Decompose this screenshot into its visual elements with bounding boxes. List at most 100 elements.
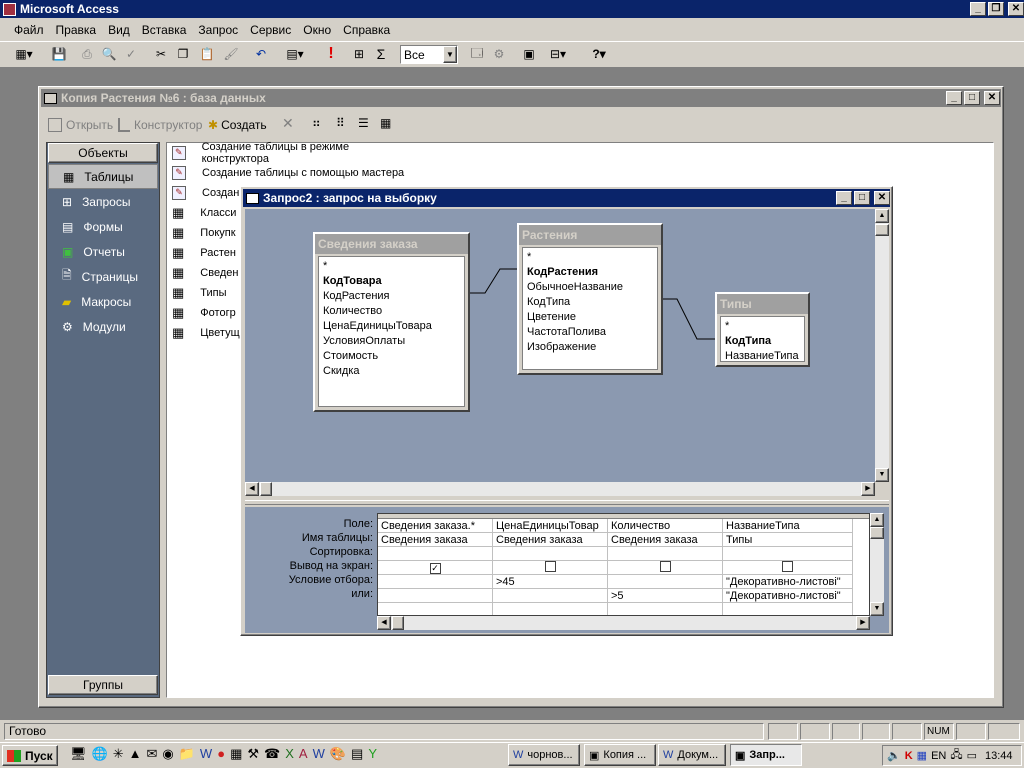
menu-window[interactable]: Окно — [297, 21, 337, 39]
desktop-icon[interactable]: 🖥 — [70, 746, 87, 762]
object-macros[interactable]: ▰ Макросы — [48, 289, 158, 314]
word-doc-icon[interactable]: W — [313, 746, 325, 762]
field-item[interactable]: Количество — [323, 304, 460, 319]
scroll-up-icon[interactable]: ▲ — [870, 513, 884, 527]
explorer-icon[interactable]: ✳ — [113, 746, 124, 762]
large-icons-icon[interactable]: ⠶ — [312, 116, 321, 130]
grid-or-cell[interactable] — [493, 589, 608, 603]
grid-or-cell[interactable]: "Декоративно-листові" — [723, 589, 853, 603]
db-minimize-button[interactable]: _ — [946, 91, 962, 105]
db-design-button[interactable]: Конструктор — [118, 116, 202, 134]
menu-file[interactable]: Файл — [8, 21, 50, 39]
scroll-down-icon[interactable]: ▼ — [875, 468, 889, 482]
grid-vertical-scrollbar[interactable]: ▲ ▼ — [870, 513, 884, 616]
db-maximize-button[interactable]: □ — [964, 91, 980, 105]
close-button[interactable]: ✕ — [1008, 2, 1024, 16]
restore-button[interactable]: ❐ — [988, 2, 1004, 16]
table-plants-title[interactable]: Растения — [519, 225, 661, 245]
antivirus-icon[interactable]: K — [905, 750, 913, 762]
scroll-left-icon[interactable]: ◀ — [377, 616, 391, 630]
database-window-icon[interactable]: ▣ — [518, 43, 540, 65]
query-close-button[interactable]: ✕ — [874, 191, 890, 205]
field-item[interactable]: КодТипа — [725, 334, 800, 349]
grid-field-cell[interactable]: Количество — [608, 519, 723, 533]
mail-icon[interactable]: ✉ — [146, 746, 157, 762]
grid-or-cell[interactable]: >5 — [608, 589, 723, 603]
details-view-icon[interactable]: ▦ — [380, 116, 391, 130]
grid-criteria-cell[interactable] — [608, 575, 723, 589]
media-icon[interactable]: ◉ — [162, 746, 173, 762]
field-item[interactable]: ЦенаЕдиницыТовара — [323, 319, 460, 334]
grid-field-cell[interactable]: Сведения заказа.* — [378, 519, 493, 533]
task-button-query[interactable]: ▣ Запр... — [730, 744, 802, 766]
grid-sort-cell[interactable] — [378, 547, 493, 561]
run-icon[interactable]: ! — [320, 43, 342, 65]
table-types-title[interactable]: Типы — [717, 294, 808, 314]
field-item[interactable]: * — [323, 259, 460, 274]
grid-table-cell[interactable]: Сведения заказа — [493, 533, 608, 547]
paint-icon[interactable]: 🎨 — [330, 746, 346, 762]
db-open-button[interactable]: Открыть — [48, 116, 113, 134]
tool-icon[interactable]: ⚒ — [247, 746, 259, 762]
save-icon[interactable]: 💾 — [48, 43, 70, 65]
grid-field-cell[interactable]: НазваниеТипа — [723, 519, 853, 533]
menu-query[interactable]: Запрос — [192, 21, 244, 39]
menu-edit[interactable]: Правка — [50, 21, 103, 39]
list-item[interactable]: ✎ Создание таблицы в режиме конструктора — [172, 141, 412, 165]
properties-icon[interactable]: 🗔 — [466, 43, 488, 65]
db-delete-icon[interactable]: ✕ — [282, 115, 294, 132]
new-object-icon[interactable]: ⊟▾ — [542, 43, 574, 65]
field-item[interactable]: Стоимость — [323, 349, 460, 364]
object-queries[interactable]: ⊞ Запросы — [48, 189, 158, 214]
field-item[interactable]: УсловияОплаты — [323, 334, 460, 349]
field-item[interactable]: * — [527, 250, 653, 265]
grid-criteria-cell[interactable]: "Декоративно-листові" — [723, 575, 853, 589]
grid-criteria-cell[interactable] — [378, 575, 493, 589]
show-checkbox[interactable] — [782, 561, 793, 572]
preview-icon[interactable]: 🔍 — [98, 43, 120, 65]
field-item[interactable]: КодРастения — [323, 289, 460, 304]
field-item[interactable]: Изображение — [527, 340, 653, 355]
outlook-icon[interactable]: ☎ — [264, 746, 280, 762]
hscroll-thumb[interactable] — [260, 482, 272, 496]
build-icon[interactable]: ⚙ — [488, 43, 510, 65]
diagram-horizontal-scrollbar[interactable]: ◀ ▶ — [245, 482, 875, 496]
query-type-icon[interactable]: ▤▾ — [278, 43, 312, 65]
minimize-button[interactable]: _ — [970, 2, 986, 16]
excel-icon[interactable]: X — [285, 746, 294, 762]
hscroll-thumb[interactable] — [392, 616, 404, 630]
grid-sort-cell[interactable] — [723, 547, 853, 561]
cut-icon[interactable]: ✂ — [150, 43, 172, 65]
list-item[interactable]: ✎ Создание таблицы с помощью мастера — [172, 163, 412, 183]
grid-sort-cell[interactable] — [608, 547, 723, 561]
list-view-icon[interactable]: ☰ — [358, 116, 369, 130]
grid-table-cell[interactable]: Сведения заказа — [608, 533, 723, 547]
menu-help[interactable]: Справка — [337, 21, 396, 39]
object-reports[interactable]: ▣ Отчеты — [48, 239, 158, 264]
object-tables[interactable]: ▦ Таблицы — [48, 164, 158, 189]
dropdown-arrow-icon[interactable]: ▼ — [443, 46, 457, 63]
menu-insert[interactable]: Вставка — [136, 21, 193, 39]
help-icon[interactable]: ?▾ — [584, 43, 614, 65]
field-item[interactable]: КодТовара — [323, 274, 460, 289]
query-maximize-button[interactable]: □ — [854, 191, 870, 205]
task-button-document[interactable]: W Докум... — [658, 744, 726, 766]
view-icon[interactable]: ▦▾ — [8, 43, 40, 65]
scroll-thumb[interactable] — [870, 527, 884, 539]
browser-icon[interactable]: 🌐 — [92, 746, 108, 762]
field-item[interactable]: НазваниеТипа — [725, 349, 800, 364]
menu-view[interactable]: Вид — [102, 21, 136, 39]
spell-icon[interactable]: ✓ — [120, 43, 142, 65]
object-forms[interactable]: ▤ Формы — [48, 214, 158, 239]
chart-icon[interactable]: ▦ — [230, 746, 242, 762]
tray-app-icon[interactable]: ▭ — [967, 749, 977, 762]
groups-button[interactable]: Группы — [48, 675, 158, 695]
scroll-up-icon[interactable]: ▲ — [875, 209, 889, 223]
field-item[interactable]: КодТипа — [527, 295, 653, 310]
access-icon[interactable]: A — [299, 746, 308, 762]
show-checkbox[interactable]: ✓ — [429, 563, 441, 574]
grid-show-cell[interactable] — [723, 561, 853, 575]
table-types[interactable]: Типы * КодТипа НазваниеТипа — [715, 292, 810, 367]
pane-splitter[interactable] — [245, 500, 889, 505]
scroll-left-icon[interactable]: ◀ — [245, 482, 259, 496]
